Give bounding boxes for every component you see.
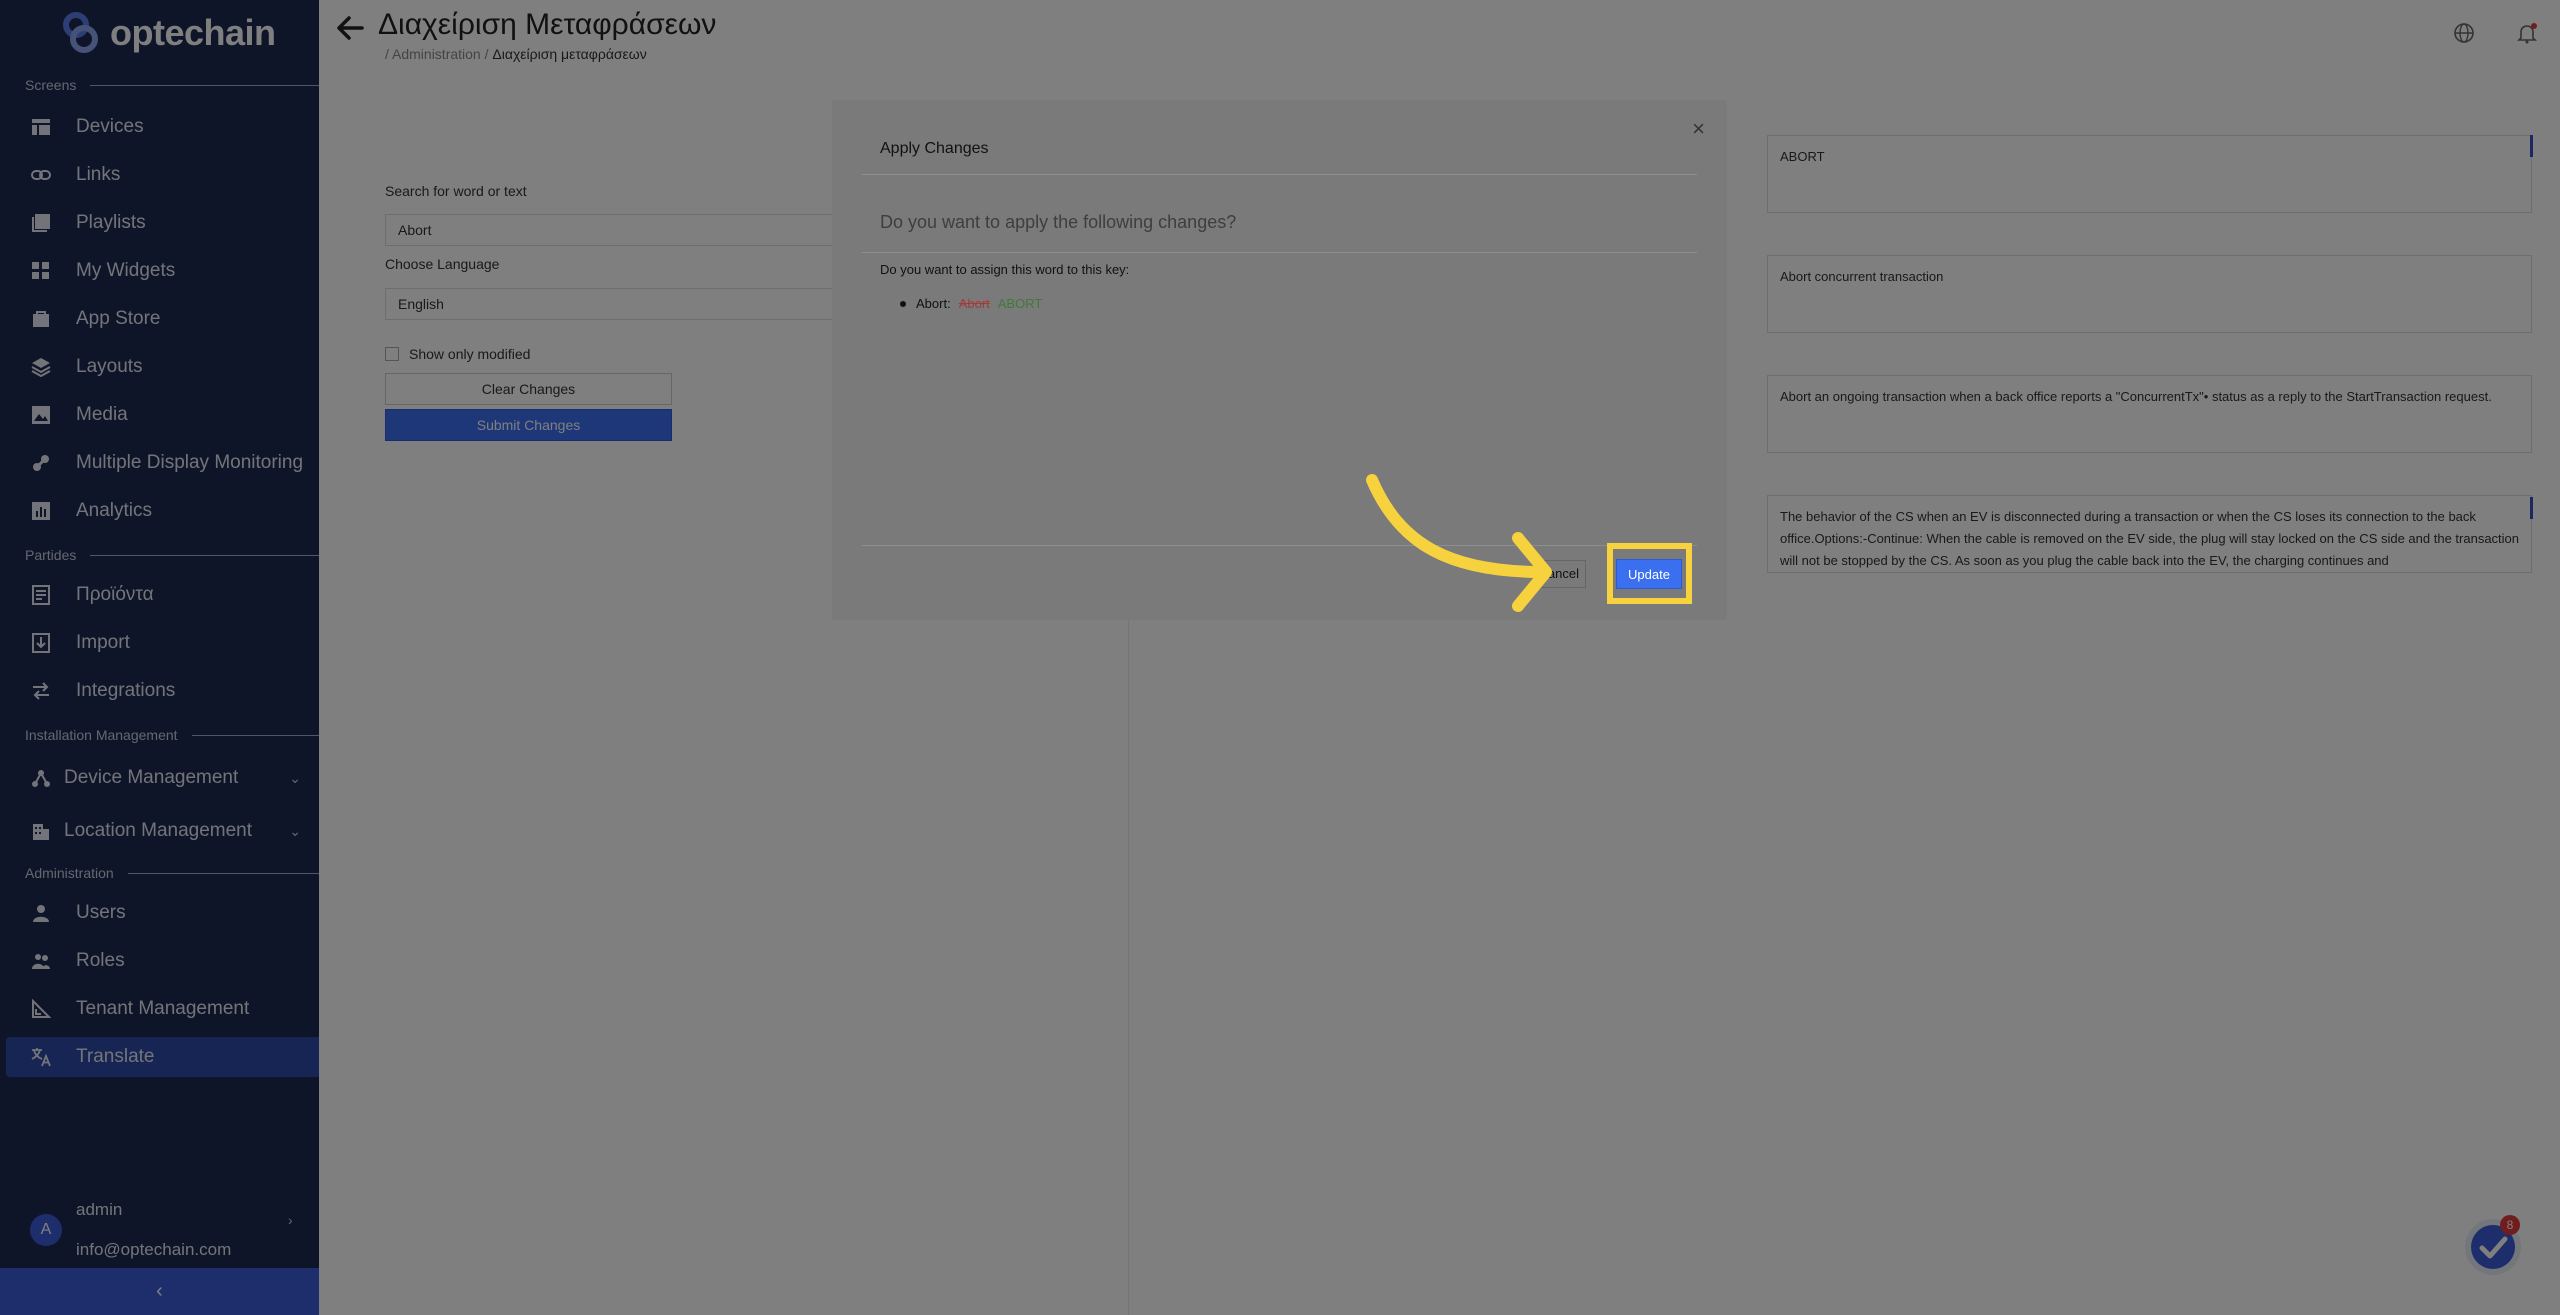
modal-title: Apply Changes xyxy=(880,140,989,157)
update-button[interactable]: Update xyxy=(1616,559,1682,589)
bullet-icon xyxy=(900,300,906,307)
modal-text: Do you want to assign this word to this … xyxy=(880,262,1130,277)
modal-divider xyxy=(862,252,1697,253)
change-old-value: Abort xyxy=(958,296,990,311)
apply-changes-modal: Apply Changes × Do you want to apply the… xyxy=(832,100,1727,620)
close-icon[interactable]: × xyxy=(1692,116,1705,142)
change-new-value: ABORT xyxy=(997,296,1043,311)
modal-question: Do you want to apply the following chang… xyxy=(880,212,1237,232)
modal-divider xyxy=(862,174,1697,175)
modal-footer-divider xyxy=(862,545,1697,546)
change-list-item: Abort: Abort ABORT xyxy=(900,296,1042,311)
pointer-arrow-icon xyxy=(1366,474,1552,612)
change-key: Abort: xyxy=(916,296,951,311)
